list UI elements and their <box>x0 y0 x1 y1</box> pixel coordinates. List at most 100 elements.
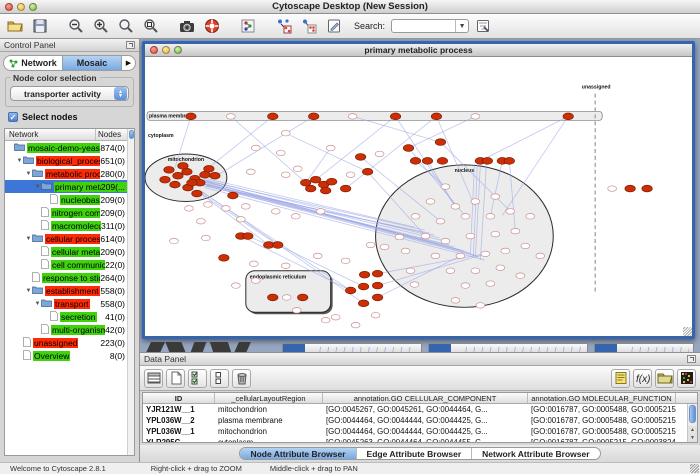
graph-node-unselected[interactable] <box>321 317 330 323</box>
help-icon[interactable] <box>201 16 223 36</box>
new-attribute-icon[interactable] <box>166 369 185 388</box>
graph-node-unselected[interactable] <box>282 295 291 301</box>
graph-node-unselected[interactable] <box>481 251 490 257</box>
tree-col-network[interactable]: Network <box>5 129 96 140</box>
graph-node-unselected[interactable] <box>203 202 212 208</box>
tree-row-cell-communicat[interactable]: cell communicat22(0) <box>5 258 127 271</box>
tree-row-cellular-process[interactable]: ▼cellular process614(0) <box>5 232 127 245</box>
tree-expand-icon[interactable]: ▼ <box>25 236 32 242</box>
tree-row-secretion[interactable]: secretion41(0) <box>5 310 127 323</box>
graph-node-unselected[interactable] <box>246 169 255 175</box>
notes-icon[interactable] <box>611 369 630 388</box>
zoom-out-icon[interactable] <box>65 16 87 36</box>
graph-node-unselected[interactable] <box>371 312 380 318</box>
graph-edge[interactable] <box>480 116 568 161</box>
netwin-minimize-button[interactable] <box>162 46 170 54</box>
graph-node-unselected[interactable] <box>436 218 445 224</box>
tree-row-metabolic-process[interactable]: ▼metabolic process280(0) <box>5 167 127 180</box>
filter-icon[interactable] <box>472 16 494 36</box>
graph-node-selected[interactable] <box>298 294 308 301</box>
graph-node-unselected[interactable] <box>526 214 535 220</box>
graph-node-selected[interactable] <box>410 158 420 165</box>
tab-mosaic[interactable]: Mosaic <box>62 56 121 70</box>
graph-node-unselected[interactable] <box>496 265 505 271</box>
resize-grip-icon[interactable] <box>683 327 692 336</box>
graph-node-selected[interactable] <box>204 165 214 172</box>
float-panel-icon[interactable] <box>126 41 135 49</box>
graph-node-unselected[interactable] <box>281 130 290 136</box>
graph-node-unselected[interactable] <box>241 204 250 210</box>
graph-node-selected[interactable] <box>372 270 382 277</box>
zoom-fit-icon[interactable] <box>115 16 137 36</box>
graph-node-unselected[interactable] <box>466 233 475 239</box>
graph-node-unselected[interactable] <box>491 194 500 200</box>
graph-node-selected[interactable] <box>164 166 174 173</box>
graph-node-selected[interactable] <box>390 113 400 120</box>
graph-node-selected[interactable] <box>310 176 320 183</box>
graph-node-selected[interactable] <box>372 282 382 289</box>
tree-row-mosaic-demo-yeast[interactable]: mosaic-demo-yeast874(0) <box>5 141 127 154</box>
graph-node-unselected[interactable] <box>185 206 194 212</box>
graph-node-selected[interactable] <box>160 176 170 183</box>
graph-node-unselected[interactable] <box>366 242 375 248</box>
graph-node-unselected[interactable] <box>426 199 435 205</box>
tree-row-nitrogen-compo[interactable]: nitrogen compo209(0) <box>5 206 127 219</box>
graph-node-unselected[interactable] <box>291 214 300 220</box>
network-canvas[interactable]: plasma membranecytoplasmmitochondrionnuc… <box>145 57 692 336</box>
graph-node-selected[interactable] <box>359 271 369 278</box>
graph-node-selected[interactable] <box>326 178 336 185</box>
tree-expand-icon[interactable]: ▼ <box>34 184 41 190</box>
tree-row-macromolecule[interactable]: macromolecule311(0) <box>5 219 127 232</box>
attribute-table-icon[interactable] <box>144 369 163 388</box>
graph-node-selected[interactable] <box>309 113 319 120</box>
graph-node-unselected[interactable] <box>313 253 322 259</box>
tree-row-multi-organism-pro[interactable]: multi-organism pro42(0) <box>5 323 127 336</box>
snapshot-icon[interactable] <box>176 16 198 36</box>
graph-node-unselected[interactable] <box>236 216 245 222</box>
tree-expand-icon[interactable]: ▼ <box>16 158 23 164</box>
graph-edge[interactable] <box>205 116 273 170</box>
background-window-fragment[interactable] <box>282 343 422 352</box>
search-box[interactable]: ▼ <box>391 19 469 33</box>
tab-node-attribute-browser[interactable]: Node Attribute Browser <box>240 448 355 459</box>
graph-node-unselected[interactable] <box>410 282 419 288</box>
graph-node-unselected[interactable] <box>348 114 357 120</box>
graph-node-unselected[interactable] <box>341 258 350 264</box>
graph-node-unselected[interactable] <box>441 238 450 244</box>
graph-node-unselected[interactable] <box>226 114 235 120</box>
column-header-3[interactable]: annotation.GO MOLECULAR_FUNCTION <box>528 393 676 403</box>
tree-row-response-to-stimul[interactable]: response to stimul264(0) <box>5 271 127 284</box>
table-row[interactable]: YPL036W__1mitochondrion[GO:0044464, GO:0… <box>143 426 697 437</box>
select-attributes-icon[interactable] <box>188 369 207 388</box>
column-header-2[interactable]: annotation.GO CELLULAR_COMPONENT <box>323 393 528 403</box>
node-color-dropdown[interactable]: transporter activity ▲▼ <box>10 86 129 101</box>
tab-network[interactable]: Network <box>4 56 62 70</box>
graph-node-selected[interactable] <box>178 162 188 169</box>
tree-expand-icon[interactable]: ▼ <box>25 288 32 294</box>
save-icon[interactable] <box>29 16 51 36</box>
graph-node-selected[interactable] <box>170 181 180 188</box>
tree-scrollbar[interactable] <box>127 129 134 455</box>
graph-node-unselected[interactable] <box>451 298 460 304</box>
annotation-icon[interactable] <box>323 16 345 36</box>
graph-node-selected[interactable] <box>186 113 196 120</box>
graph-node-selected[interactable] <box>173 172 183 179</box>
netwin-zoom-button[interactable] <box>174 46 182 54</box>
graph-node-selected[interactable] <box>372 294 382 301</box>
graph-node-unselected[interactable] <box>471 199 480 205</box>
graph-node-unselected[interactable] <box>271 209 280 215</box>
graph-node-unselected[interactable] <box>281 263 290 269</box>
graph-node-selected[interactable] <box>355 154 365 161</box>
graph-node-selected[interactable] <box>431 113 441 120</box>
graph-node-selected[interactable] <box>437 158 447 165</box>
graph-node-selected[interactable] <box>320 187 330 194</box>
zoom-selected-icon[interactable] <box>140 16 162 36</box>
graph-node-selected[interactable] <box>435 139 445 146</box>
graph-node-selected[interactable] <box>273 242 283 249</box>
background-window-fragment[interactable] <box>594 343 694 352</box>
graph-node-selected[interactable] <box>422 158 432 165</box>
graph-node-selected[interactable] <box>362 168 372 175</box>
search-input[interactable] <box>392 20 455 32</box>
layout-a-icon[interactable] <box>273 16 295 36</box>
app-resize-grip-icon[interactable] <box>690 464 699 473</box>
